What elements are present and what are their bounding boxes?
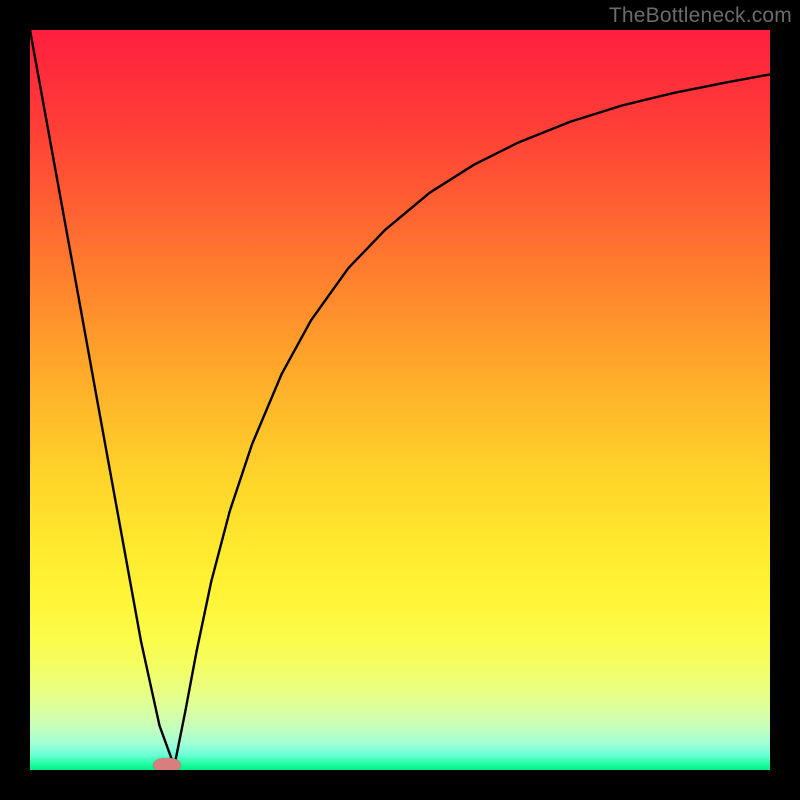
curve-left-branch — [30, 30, 174, 766]
chart-frame: TheBottleneck.com — [0, 0, 800, 800]
curve-right-branch — [174, 74, 770, 766]
watermark-text: TheBottleneck.com — [609, 4, 792, 28]
plot-curve — [30, 30, 770, 770]
minimum-marker — [153, 758, 181, 770]
plot-area — [30, 30, 770, 770]
